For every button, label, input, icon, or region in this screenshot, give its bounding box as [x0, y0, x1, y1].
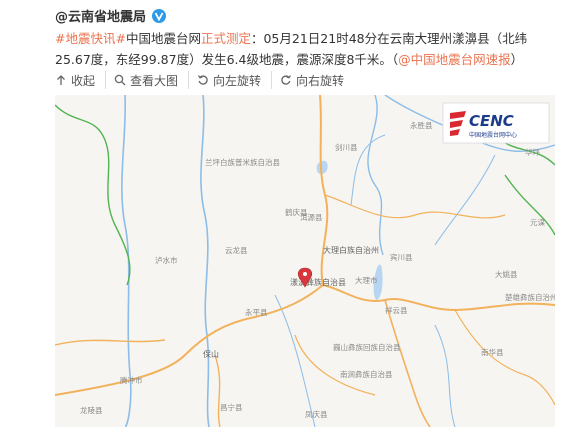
map-label-yongsheng: 永胜县 [410, 120, 433, 130]
rotate-right-button[interactable]: 向右旋转 [280, 71, 354, 89]
view-large-button[interactable]: 查看大图 [114, 71, 190, 89]
collapse-button[interactable]: 收起 [55, 71, 107, 89]
map-label-yongping: 永平县 [245, 307, 268, 317]
map-label-nanjian: 南涧彝族自治县 [340, 369, 393, 379]
text-suffix: ） [510, 52, 524, 67]
image-toolbar: 收起 查看大图 向左旋转 向右旋转 [55, 71, 362, 89]
post-text: #地震快讯#中国地震台网正式测定：05月21日21时48分在云南大理州漾濞县（北… [55, 28, 555, 70]
rotate-right-label: 向右旋转 [296, 73, 345, 88]
map-label-yuanmou: 元谋 [530, 218, 545, 227]
map-label-dayao: 大姚县 [495, 269, 518, 279]
cenc-logo: CENC 中国地震台网中心 [442, 102, 550, 144]
weibo-post: @云南省地震局 #地震快讯#中国地震台网正式测定：05月21日21时48分在云南… [0, 0, 563, 427]
road-baoshan [214, 354, 221, 427]
mention-link[interactable]: @中国地震台网速报 [398, 52, 511, 67]
map-label-eryuan: 洱源县 [300, 213, 323, 222]
hashtag-link[interactable]: #地震快讯# [55, 31, 126, 46]
map-label-tengchong: 腾冲市 [120, 375, 143, 385]
map-label-yunlong: 云龙县 [225, 245, 248, 255]
map-label-longling: 龙陵县 [80, 405, 103, 415]
map-label-dali-city: 大理市 [355, 275, 378, 285]
map-label-huaping: 华坪 [525, 147, 540, 157]
road-chuxiong [454, 309, 555, 406]
map-label-lushui: 泸水市 [155, 255, 178, 265]
collapse-arrow-icon [57, 75, 65, 85]
view-large-label: 查看大图 [130, 73, 179, 88]
map-label-baoshan: 保山 [203, 349, 219, 359]
river-minor-4 [434, 324, 456, 427]
map-label-binchuan: 宾川县 [390, 252, 413, 262]
rotate-left-label: 向左旋转 [213, 73, 262, 88]
text-prefix: 中国地震台网 [125, 31, 201, 46]
map-label-weishan: 巍山彝族回族自治县 [333, 342, 401, 352]
author-name[interactable]: @云南省地震局 [55, 6, 146, 25]
map-label-chuxiong: 楚雄彝族自治州 [505, 292, 555, 302]
river-lancang [200, 95, 210, 427]
text-highlight: 正式测定 [200, 31, 251, 46]
map-label-jianchuan: 剑川县 [335, 142, 358, 152]
map-label-changning: 昌宁县 [220, 402, 243, 412]
province-border-west [55, 104, 131, 286]
cenc-logo-subtext: 中国地震台网中心 [469, 131, 517, 139]
map-label-yangbi: 漾濞彝族自治县 [290, 277, 346, 287]
map-label-dali: 大理白族自治州 [323, 245, 379, 255]
map-label-lanping: 兰坪白族普米族自治县 [205, 157, 280, 167]
river-minor-3 [274, 294, 316, 427]
map-label-xiangyun: 祥云县 [385, 305, 408, 315]
earthquake-map-image[interactable]: 永胜县 剑川县 鹤庆县 兰坪白族普米族自治县 洱源县 宾川县 大理白族自治州 云… [55, 95, 555, 427]
river-minor-2 [434, 154, 496, 246]
road-south [384, 299, 431, 427]
map-svg: 永胜县 剑川县 鹤庆县 兰坪白族普米族自治县 洱源县 宾川县 大理白族自治州 云… [55, 95, 555, 427]
post-author[interactable]: @云南省地震局 [55, 6, 167, 25]
map-label-fengqing: 凤庆县 [305, 409, 328, 419]
road-southwest [55, 339, 166, 346]
verified-badge-icon [152, 8, 167, 23]
rotate-right-icon [281, 75, 292, 85]
rotate-left-button[interactable]: 向左旋转 [197, 71, 273, 89]
cenc-logo-text: CENC [469, 112, 514, 130]
search-icon [114, 74, 126, 86]
road-north-south [319, 95, 329, 286]
rotate-left-icon [198, 75, 208, 85]
map-label-nanhua: 南华县 [481, 347, 504, 357]
collapse-label: 收起 [71, 73, 96, 88]
river-jinsha [367, 95, 384, 256]
